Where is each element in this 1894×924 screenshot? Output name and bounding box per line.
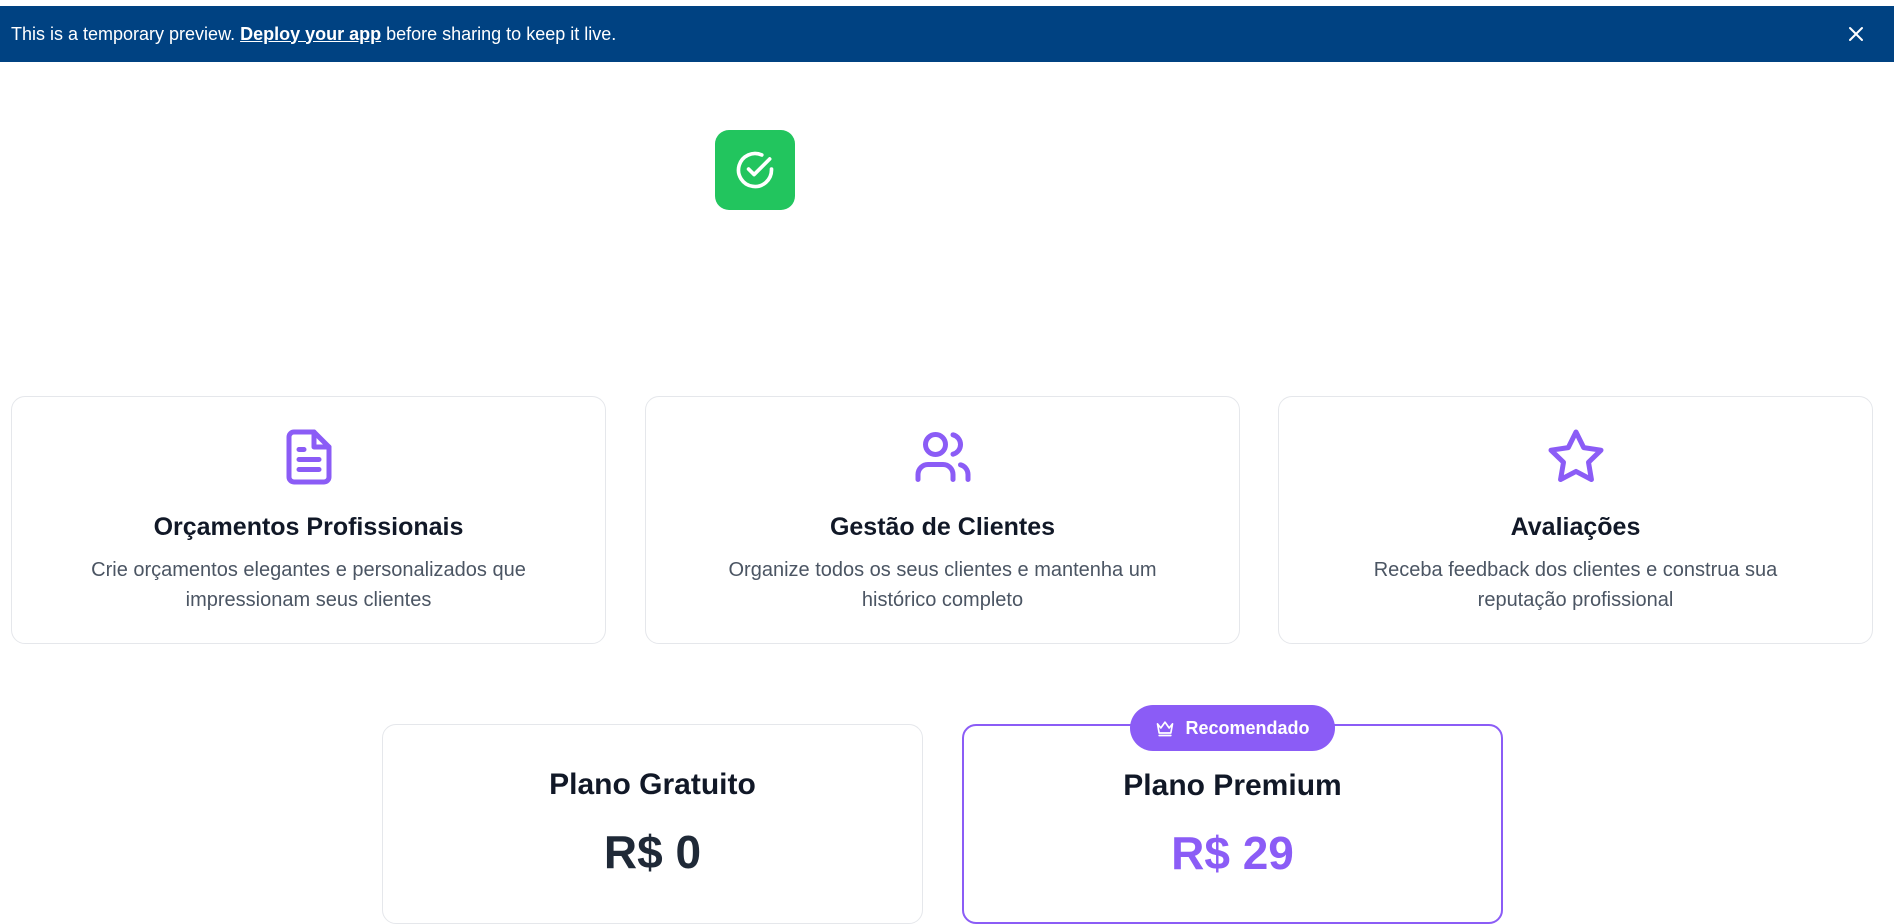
feature-title: Orçamentos Profissionais [153,513,464,541]
feature-card-clientes: Gestão de Clientes Organize todos os seu… [645,396,1240,644]
plan-title: Plano Premium [1123,769,1342,802]
feature-card-avaliacoes: Avaliações Receba feedback dos clientes … [1278,396,1873,644]
close-icon[interactable] [1844,22,1868,46]
preview-banner: This is a temporary preview. Deploy your… [0,6,1894,62]
banner-suffix-text: before sharing to keep it live. [386,23,617,44]
recommended-badge: Recomendado [1130,705,1335,751]
check-circle-icon [736,151,774,189]
deploy-app-link[interactable]: Deploy your app [240,24,381,45]
badge-label: Recomendado [1185,717,1310,738]
star-icon [1546,427,1606,487]
plan-price: R$ 29 [1171,827,1294,879]
banner-prefix-text: This is a temporary preview. [11,23,236,44]
users-icon [913,427,973,487]
feature-card-orcamentos: Orçamentos Profissionais Crie orçamentos… [11,396,606,644]
feature-description: Crie orçamentos elegantes e personalizad… [91,559,526,611]
plan-price: R$ 0 [603,826,702,878]
crown-icon [1157,721,1174,737]
document-icon [279,427,339,487]
feature-title: Avaliações [1510,513,1641,541]
plan-title: Plano Gratuito [549,768,756,801]
app-logo [715,130,795,210]
plan-card-free[interactable]: Plano Gratuito R$ 0 [382,724,923,924]
feature-title: Gestão de Clientes [829,513,1056,541]
feature-description: Receba feedback dos clientes e construa … [1373,559,1778,611]
feature-description: Organize todos os seus clientes e manten… [728,559,1157,611]
plan-card-premium[interactable]: Plano Premium R$ 29 [962,724,1503,924]
